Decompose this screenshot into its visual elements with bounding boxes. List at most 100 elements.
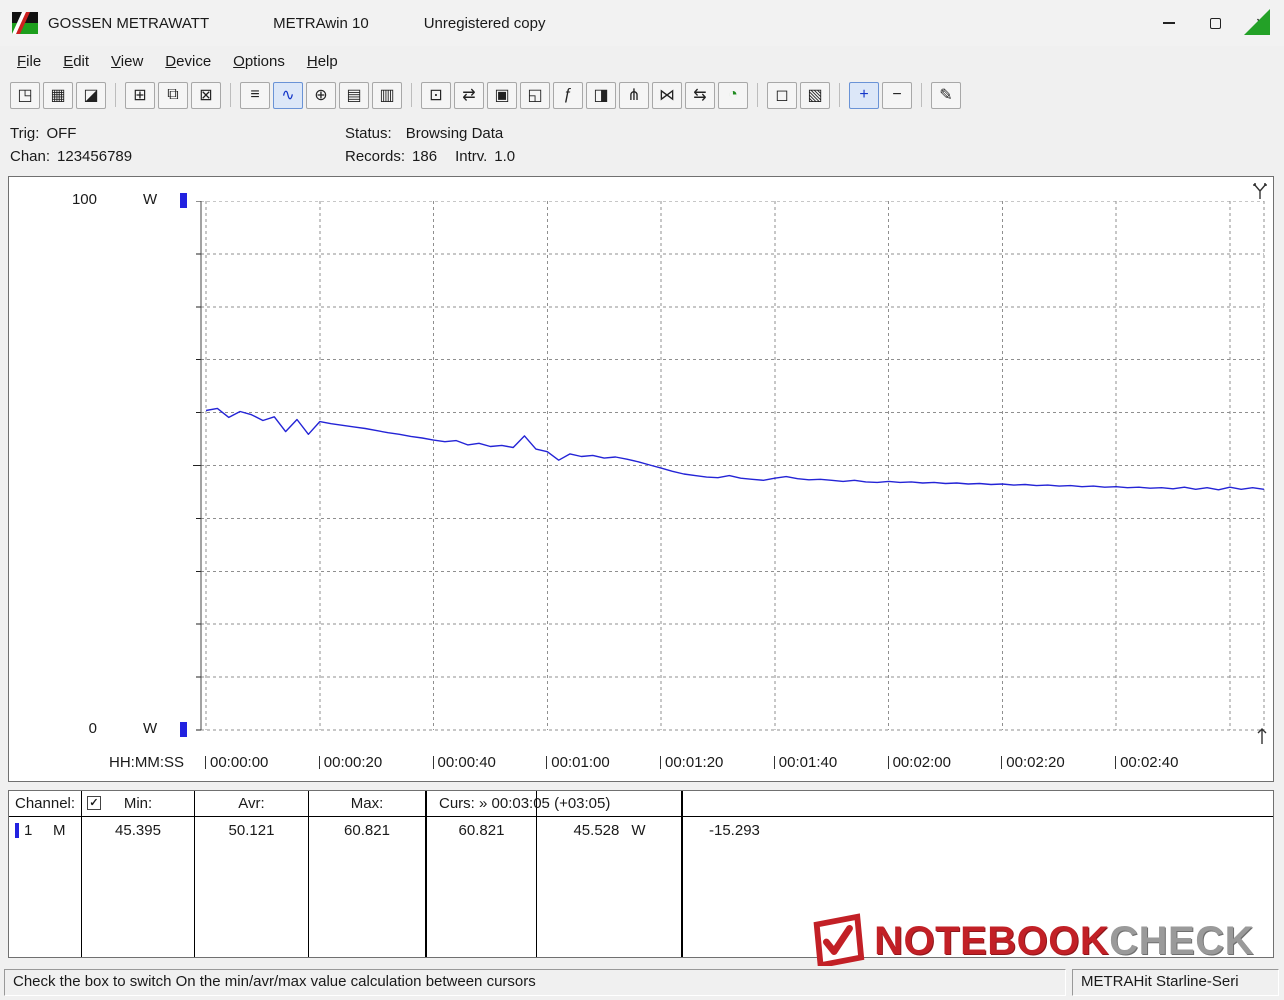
cursor2-y-handle-icon[interactable] [1251, 182, 1269, 204]
numeric-display-button[interactable]: ≡ [240, 81, 270, 109]
channel-split-button[interactable]: ⋔ [619, 81, 649, 109]
interval-label: Intrv. [455, 148, 488, 165]
annotation-button[interactable]: ✎ [931, 81, 961, 109]
cursor-column-header: Curs: » 00:03:05 (+03:05) [439, 795, 611, 812]
menu-view[interactable]: View [100, 49, 154, 74]
cursor2-value-cell: 45.528 W [538, 822, 681, 839]
avr-column-header: Avr: [238, 795, 265, 812]
notebookcheck-logo-icon [813, 913, 865, 969]
menu-help[interactable]: Help [296, 49, 349, 74]
device-monitor-icon: ◱ [527, 87, 543, 104]
window-new-button[interactable]: ⊞ [125, 81, 155, 109]
toolbar-separator [115, 83, 116, 107]
toolbar-separator [230, 83, 231, 107]
status-value: Browsing Data [405, 125, 504, 142]
x-tick-mark [318, 756, 320, 769]
zoom-in-icon: + [859, 86, 869, 103]
histogram-button[interactable]: ▥ [372, 81, 402, 109]
trend-chart-icon: ∿ [281, 87, 295, 104]
status-device: METRAHit Starline-Seri [1072, 969, 1279, 996]
device-read-icon: ⇄ [462, 87, 476, 104]
device-read-button[interactable]: ⇄ [454, 81, 484, 109]
x-tick-label: 00:01:40 [773, 754, 837, 771]
histogram-icon: ▥ [379, 87, 395, 104]
x-tick-label: 00:01:20 [660, 754, 723, 771]
trend-chart-button[interactable]: ∿ [273, 81, 303, 109]
annotation-icon: ✎ [939, 87, 953, 104]
y-max-cursor-handle[interactable] [180, 193, 187, 208]
channel-split-icon: ⋔ [627, 87, 641, 104]
interval-value: 1.0 [494, 148, 516, 165]
watermark-text-red: NOTEBOOK [874, 918, 1110, 963]
device-settings-button[interactable]: ⊡ [421, 81, 451, 109]
x-tick-mark [546, 756, 548, 769]
function-button[interactable]: ƒ [553, 81, 583, 109]
metrawin-window: { "window": { "brand": "GOSSEN METRAWATT… [0, 0, 1284, 1000]
device-store-button[interactable]: ◨ [586, 81, 616, 109]
x-tick-mark [1115, 756, 1117, 769]
maximize-button[interactable] [1192, 0, 1238, 46]
y-axis-min-label: 0 [88, 720, 97, 737]
window-close-button[interactable]: ⊠ [191, 81, 221, 109]
zoom-in-button[interactable]: + [849, 81, 879, 109]
folder-open-button[interactable]: ◪ [76, 81, 106, 109]
data-transfer-icon: ⇆ [693, 87, 707, 104]
x-tick-label: 00:01:00 [546, 754, 610, 771]
info-bar: Trig: OFF Chan: 123456789 Status: Browsing … [0, 114, 1284, 174]
menu-options[interactable]: Options [222, 49, 296, 74]
info-left-column: Trig: OFF Chan: 123456789 [10, 122, 132, 168]
toolbar: ◳ ▦ ◪ ⊞ ⧉ ⊠ ≡ ∿ ⊕ ▤ ▥ ⊡ ⇄ ▣ ◱ ƒ ◨ ⋔ ⋈ ⇆ ◔ ◻ ▧ + − ✎ [0, 76, 1284, 114]
x-tick-mark [432, 756, 434, 769]
y-axis-unit-bottom: W [143, 720, 158, 737]
timer-button[interactable]: ◔ [718, 81, 748, 109]
x-tick-label: 00:02:20 [1001, 754, 1065, 771]
device-monitor-button[interactable]: ◱ [520, 81, 550, 109]
info-right-column: Status: Browsing Data Records: 186 Intrv. 1.… [345, 122, 515, 168]
menu-file[interactable]: File [6, 49, 52, 74]
file-open-icon: ◳ [17, 87, 33, 104]
status-bar: Check the box to switch On the min/avr/m… [0, 966, 1284, 1000]
data-table-button[interactable]: ▤ [339, 81, 369, 109]
menu-bar: File Edit View Device Options Help [0, 46, 1284, 76]
chan-value: 123456789 [57, 148, 133, 165]
minimize-icon [1163, 22, 1175, 24]
xy-chart-button[interactable]: ⊕ [306, 81, 336, 109]
trend-plot-area[interactable] [193, 201, 1268, 732]
cursor2-unit: W [631, 822, 646, 839]
file-save-button[interactable]: ▦ [43, 81, 73, 109]
trig-label: Trig: [10, 125, 40, 142]
menu-edit[interactable]: Edit [52, 49, 100, 74]
trigger-status: Trig: OFF [10, 122, 132, 145]
x-tick-label: 00:02:00 [887, 754, 951, 771]
x-tick-mark [887, 756, 889, 769]
titlebar: GOSSEN METRAWATT METRAwin 10 Unregistere… [0, 0, 1284, 46]
numeric-display-icon: ≡ [250, 86, 260, 103]
device-memory-button[interactable]: ▣ [487, 81, 517, 109]
device-store-icon: ◨ [593, 87, 609, 104]
y-min-cursor-handle[interactable] [180, 722, 187, 737]
cursor2-value: 45.528 [573, 822, 620, 839]
device-settings-icon: ⊡ [429, 87, 443, 104]
print-preview-button[interactable]: ◻ [767, 81, 797, 109]
x-tick-label: 00:02:40 [1115, 754, 1178, 771]
corner-grip-icon [1244, 9, 1270, 35]
cursor2-x-handle-icon[interactable] [1254, 726, 1270, 750]
print-button[interactable]: ▧ [800, 81, 830, 109]
data-transfer-button[interactable]: ⇆ [685, 81, 715, 109]
minimize-button[interactable] [1146, 0, 1192, 46]
avr-value-cell: 50.121 [228, 822, 275, 839]
zoom-out-button[interactable]: − [882, 81, 912, 109]
watermark-text-gray: CHECK [1109, 918, 1254, 963]
toolbar-separator [921, 83, 922, 107]
channel-merge-icon: ⋈ [659, 87, 675, 104]
window-close-icon: ⊠ [199, 87, 213, 104]
channel-merge-button[interactable]: ⋈ [652, 81, 682, 109]
device-memory-icon: ▣ [494, 87, 510, 104]
x-tick-mark [1001, 756, 1003, 769]
menu-device[interactable]: Device [154, 49, 222, 74]
cursor1-value-cell: 60.821 [458, 822, 505, 839]
file-save-icon: ▦ [50, 87, 66, 104]
max-value-cell: 60.821 [344, 822, 390, 839]
window-cascade-button[interactable]: ⧉ [158, 81, 188, 109]
file-open-button[interactable]: ◳ [10, 81, 40, 109]
